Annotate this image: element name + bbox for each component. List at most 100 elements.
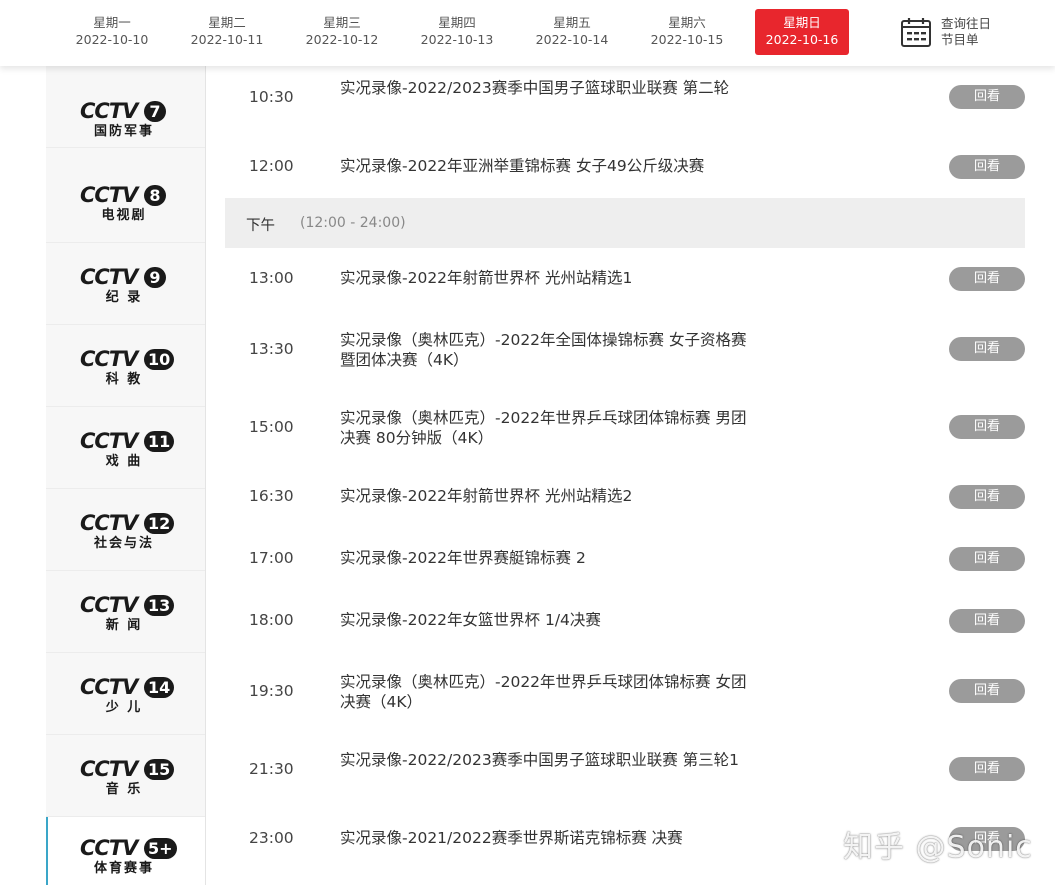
date-tab-date: 2022-10-13 [420,32,494,47]
channel-item-cctv8[interactable]: CCTV 8 电视剧 [46,161,205,243]
date-tab-date: 2022-10-11 [190,32,264,47]
channel-item-cctv5plus-active[interactable]: CCTV 5+ 体育赛事 [46,817,205,885]
channel-number: 12 [144,513,175,534]
channel-name: 新 闻 [105,618,143,633]
program-title: 实况录像-2022年射箭世界杯 光州站精选2 [340,487,633,505]
history-schedule-label: 查询往日 节目单 [941,16,991,48]
program-title: 实况录像（奥林匹克）-2022年全国体操锦标赛 女子资格赛暨团体决赛（4K） [340,331,747,369]
channel-number: 5+ [144,838,177,859]
program-time: 23:00 [249,829,294,847]
zhihu-watermark: 知乎 @Sonic [843,830,1033,865]
section-label: 下午 [246,218,275,234]
date-tab-date: 2022-10-15 [650,32,724,47]
date-tab-weekday: 星期一 [93,15,131,30]
replay-button[interactable]: 回看 [949,267,1025,291]
date-tab-date: 2022-10-16 [765,32,839,47]
section-header-afternoon: 下午 (12:00 - 24:00) [225,198,1025,248]
date-tab-date: 2022-10-14 [535,32,609,47]
replay-button[interactable]: 回看 [949,609,1025,633]
program-time: 16:30 [249,487,294,505]
channel-number: 14 [144,677,175,698]
cctv14-logo: CCTV 14 少 儿 [80,676,176,720]
program-time: 19:30 [249,682,294,700]
program-title: 实况录像-2021/2022赛季世界斯诺克锦标赛 决赛 [340,829,683,847]
cctv12-logo: CCTV 12 社会与法 [80,512,176,556]
channel-brand: CCTV [80,429,138,453]
date-tab-wed[interactable]: 星期三 2022-10-12 [295,9,389,55]
program-time: 21:30 [249,760,294,778]
cctv7-logo: CCTV 7 国防军事 [80,100,176,144]
channel-brand: CCTV [80,183,138,207]
date-tab-bar: 星期一 2022-10-10 星期二 2022-10-11 星期三 2022-1… [0,0,1055,66]
cctv5plus-logo: CCTV 5+ 体育赛事 [80,836,177,881]
program-title: 实况录像-2022年世界赛艇锦标赛 2 [340,549,586,567]
channel-name: 国防军事 [93,124,154,139]
replay-button[interactable]: 回看 [949,337,1025,361]
channel-brand: CCTV [80,757,138,781]
program-time: 12:00 [249,157,294,175]
cctv15-logo: CCTV 15 音 乐 [80,758,176,802]
program-title: 实况录像（奥林匹克）-2022年世界乒乓球团体锦标赛 男团决赛 80分钟版（4K… [340,409,747,447]
channel-brand: CCTV [80,593,138,617]
channel-item-cctv9[interactable]: CCTV 9 纪 录 [46,243,205,325]
date-tab-thu[interactable]: 星期四 2022-10-13 [410,9,504,55]
channel-name: 少 儿 [105,700,143,715]
channel-name: 体育赛事 [93,861,154,876]
cctv8-logo: CCTV 8 电视剧 [80,184,176,228]
program-time: 13:00 [249,269,294,287]
date-tab-weekday: 星期三 [323,15,361,30]
date-tab-date: 2022-10-12 [305,32,379,47]
history-label-line1: 查询往日 [941,16,992,31]
channel-number: 11 [144,431,175,452]
channel-brand: CCTV [80,99,138,123]
program-time: 15:00 [249,418,294,436]
channel-number: 9 [144,267,166,288]
date-tab-weekday: 星期二 [208,15,246,30]
channel-item-cctv13[interactable]: CCTV 13 新 闻 [46,571,205,653]
date-tab-fri[interactable]: 星期五 2022-10-14 [525,9,619,55]
channel-item-cctv14[interactable]: CCTV 14 少 儿 [46,653,205,735]
channel-name: 科 教 [105,372,143,387]
program-time: 17:00 [249,549,294,567]
channel-number: 8 [144,185,166,206]
calendar-icon [901,18,931,47]
channel-name: 纪 录 [105,290,143,305]
cctv10-logo: CCTV 10 科 教 [80,348,176,392]
channel-item-cctv10[interactable]: CCTV 10 科 教 [46,325,205,407]
program-time: 18:00 [249,611,294,629]
replay-button[interactable]: 回看 [949,415,1025,439]
replay-button[interactable]: 回看 [949,485,1025,509]
program-title: 实况录像（奥林匹克）-2022年世界乒乓球团体锦标赛 女团决赛（4K） [340,673,747,711]
date-tab-weekday: 星期日 [783,15,821,30]
channel-item-cctv15[interactable]: CCTV 15 音 乐 [46,735,205,817]
channel-brand: CCTV [80,675,138,699]
date-tab-tue[interactable]: 星期二 2022-10-11 [180,9,274,55]
program-title: 实况录像-2022年射箭世界杯 光州站精选1 [340,269,633,287]
channel-name: 戏 曲 [105,454,143,469]
date-tab-weekday: 星期五 [553,15,591,30]
date-tab-sat[interactable]: 星期六 2022-10-15 [640,9,734,55]
channel-item-cctv12[interactable]: CCTV 12 社会与法 [46,489,205,571]
replay-button[interactable]: 回看 [949,757,1025,781]
channel-name: 音 乐 [105,782,143,797]
date-tab-mon[interactable]: 星期一 2022-10-10 [65,9,159,55]
program-title: 实况录像-2022/2023赛季中国男子篮球职业联赛 第二轮 [340,79,730,97]
replay-button[interactable]: 回看 [949,155,1025,179]
channel-brand: CCTV [80,836,138,860]
channel-name: 社会与法 [93,536,154,551]
channel-number: 15 [144,759,175,780]
channel-brand: CCTV [80,511,138,535]
channel-item-cctv11[interactable]: CCTV 11 戏 曲 [46,407,205,489]
replay-button[interactable]: 回看 [949,547,1025,571]
program-time: 13:30 [249,340,294,358]
history-schedule-link[interactable]: 查询往日 节目单 [900,14,1020,54]
channel-number: 7 [144,101,166,122]
replay-button[interactable]: 回看 [949,85,1025,109]
channel-number: 13 [144,595,175,616]
date-tab-sun-active[interactable]: 星期日 2022-10-16 [755,9,849,55]
cctv11-logo: CCTV 11 戏 曲 [80,430,176,474]
replay-button[interactable]: 回看 [949,679,1025,703]
program-title: 实况录像-2022年亚洲举重锦标赛 女子49公斤级决赛 [340,157,705,175]
channel-brand: CCTV [80,347,138,371]
channel-item-cctv7[interactable]: CCTV 7 国防军事 [46,66,205,148]
